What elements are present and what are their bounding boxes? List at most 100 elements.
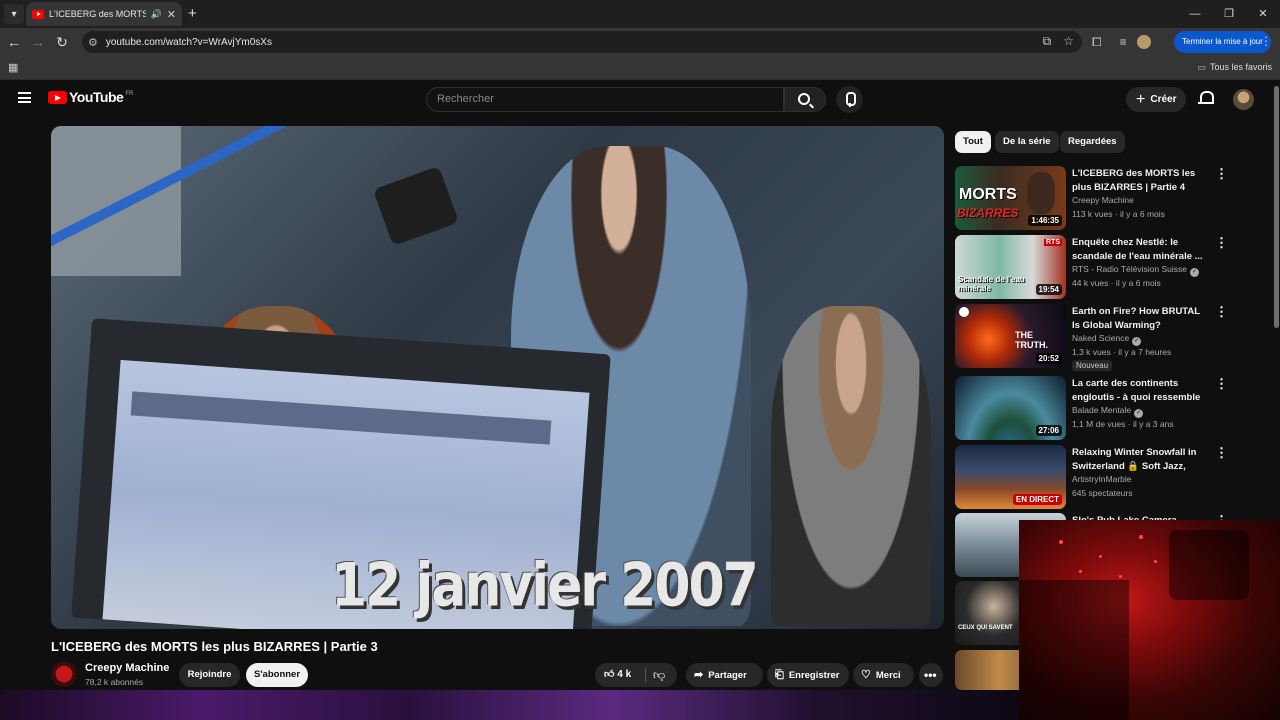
account-avatar[interactable]	[1233, 89, 1254, 110]
recommendation-channel[interactable]: Naked Science ✓	[1072, 333, 1142, 346]
chip-from-series[interactable]: De la série	[995, 131, 1059, 153]
recommendation-title[interactable]: Enquête chez Nestlé: le scandale de l'ea…	[1072, 236, 1210, 263]
tab-search-dropdown-icon[interactable]: ▾	[4, 4, 24, 24]
address-toolbar: ← → ↻ ⚙ youtube.com/watch?v=WrAvjYm0sXs …	[0, 28, 1280, 56]
all-favorites[interactable]: ▭ Tous les favoris	[1197, 62, 1272, 73]
video-frame-microphone	[372, 165, 460, 247]
channel-name: Naked Science	[1072, 333, 1130, 343]
youtube-play-logo-icon	[48, 91, 67, 104]
video-thumbnail[interactable]: MORTS BIZARRES 1:46:35	[955, 166, 1066, 230]
chip-all[interactable]: Tout	[955, 131, 991, 153]
bookmarks-bar: ▦ ▭ Tous les favoris	[0, 56, 1280, 80]
apps-grid-icon[interactable]: ▦	[8, 61, 18, 74]
thumbnail-face	[1027, 172, 1055, 214]
subscribe-button[interactable]: S'abonner	[246, 663, 308, 687]
recommendation-channel[interactable]: ArtistryInMarble	[1072, 474, 1132, 484]
bookmark-star-icon[interactable]: ☆	[1063, 34, 1074, 49]
search-bar: Rechercher	[426, 87, 826, 112]
chip-watched[interactable]: Regardées	[1060, 131, 1125, 153]
extensions-icon[interactable]: ⧠	[1092, 35, 1102, 50]
minimize-icon[interactable]: —	[1178, 0, 1212, 28]
more-options-icon[interactable]: ⋮	[1215, 236, 1228, 249]
youtube-logo[interactable]: YouTube FR	[48, 90, 133, 104]
video-player[interactable]: 12 janvier 2007	[51, 126, 944, 629]
like-count: 4 k	[617, 669, 632, 680]
close-window-icon[interactable]: ✕	[1246, 0, 1280, 28]
dislike-button[interactable]: 👎︎	[653, 663, 665, 687]
channel-avatar[interactable]	[51, 661, 77, 687]
save-label: Enregistrer	[788, 670, 840, 681]
thanks-button[interactable]: ♡ Merci	[853, 663, 914, 687]
video-thumbnail[interactable]: THE TRUTH. 20:52	[955, 304, 1066, 368]
notifications-bell-icon[interactable]	[1198, 91, 1214, 105]
video-duration: 27:06	[1035, 425, 1062, 436]
more-options-icon[interactable]: ⋮	[1215, 446, 1228, 459]
video-thumbnail[interactable]: RTS Scandale de l'eau minérale 19:54	[955, 235, 1066, 299]
maximize-icon[interactable]: ❐	[1212, 0, 1246, 28]
recommendation-item[interactable]: 27:06 La carte des continents engloutis …	[955, 376, 1235, 442]
more-options-icon[interactable]: ⋮	[1215, 305, 1228, 318]
save-button[interactable]: ⎗ Enregistrer	[767, 663, 849, 687]
join-button[interactable]: Rejoindre	[179, 663, 240, 687]
profile-avatar-small[interactable]	[1136, 35, 1151, 49]
reload-icon[interactable]: ↻	[50, 34, 74, 51]
video-thumbnail[interactable]: EN DIRECT	[955, 445, 1066, 509]
video-title: L'ICEBERG des MORTS les plus BIZARRES | …	[51, 639, 378, 654]
forward-icon[interactable]: →	[26, 34, 50, 50]
new-badge: Nouveau	[1072, 360, 1113, 371]
recommendation-title[interactable]: La carte des continents engloutis - à qu…	[1072, 377, 1210, 404]
more-options-icon[interactable]: ⋮	[1215, 377, 1228, 390]
create-button[interactable]: + Créer	[1126, 87, 1186, 112]
webcam-dark-figure	[1019, 580, 1129, 720]
verified-check-icon: ✓	[1132, 337, 1142, 346]
audio-playing-icon[interactable]: 🔊	[151, 9, 162, 20]
youtube-header: YouTube FR Rechercher + Créer	[0, 80, 1280, 120]
youtube-favicon-icon	[32, 9, 44, 19]
search-input[interactable]: Rechercher	[426, 87, 784, 112]
video-thumbnail[interactable]: 27:06	[955, 376, 1066, 440]
voice-search-mic-icon[interactable]	[836, 86, 863, 113]
update-browser-button[interactable]: Terminer la mise à jour	[1174, 31, 1271, 53]
verified-check-icon: ✓	[1189, 268, 1199, 277]
recommendation-title[interactable]: L'ICEBERG des MORTS les plus BIZARRES | …	[1072, 167, 1210, 194]
recommendation-item[interactable]: MORTS BIZARRES 1:46:35 L'ICEBERG des MOR…	[955, 166, 1235, 232]
thumbs-up-icon: 👍︎	[604, 669, 615, 680]
video-duration: 1:46:35	[1028, 215, 1062, 226]
share-button[interactable]: ➦ Partager	[686, 663, 763, 687]
recommendation-item[interactable]: EN DIRECT Relaxing Winter Snowfall in Sw…	[955, 445, 1235, 511]
recommendation-channel[interactable]: RTS - Radio Télévision Suisse ✓	[1072, 264, 1199, 277]
recommendation-item[interactable]: RTS Scandale de l'eau minérale 19:54 Enq…	[955, 235, 1235, 301]
channel-name[interactable]: Creepy Machine	[85, 662, 169, 674]
reading-list-icon[interactable]: ≡	[1120, 35, 1127, 49]
like-button[interactable]: 👍︎ 4 k	[604, 663, 631, 687]
thumbnail-text: Scandale de l'eau minérale	[958, 275, 1025, 293]
thumbnail-channel-logo	[959, 307, 969, 317]
browser-tab[interactable]: L'ICEBERG des MORTS les p 🔊 ✕	[26, 2, 182, 26]
more-options-icon[interactable]: ⋮	[1215, 167, 1228, 180]
search-icon	[798, 93, 810, 105]
create-label: Créer	[1150, 94, 1177, 105]
back-icon[interactable]: ←	[2, 34, 26, 50]
search-button[interactable]	[784, 87, 826, 112]
more-actions-icon[interactable]: •••	[919, 663, 943, 687]
toolbar-extensions: ⧠ ≡	[1092, 28, 1151, 56]
menu-hamburger-icon[interactable]	[18, 92, 31, 103]
recommendation-channel[interactable]: Balade Mentale ✓	[1072, 405, 1144, 418]
like-dislike-group: 👍︎ 4 k 👎︎	[595, 663, 677, 687]
video-date-caption: 12 janvier 2007	[331, 551, 759, 621]
site-info-icon[interactable]: ⚙	[88, 36, 98, 49]
close-tab-icon[interactable]: ✕	[167, 8, 176, 21]
new-tab-icon[interactable]: +	[188, 5, 197, 22]
install-app-icon[interactable]: ⧉	[1043, 34, 1052, 49]
recommendation-title[interactable]: Earth on Fire? How BRUTAL Is Global Warm…	[1072, 305, 1210, 332]
recommendation-channel[interactable]: Creepy Machine	[1072, 195, 1134, 205]
window-controls: — ❐ ✕	[1178, 0, 1280, 28]
thumbnail-text: MORTS	[959, 186, 1017, 203]
page-scrollbar[interactable]	[1274, 86, 1279, 328]
url-bar[interactable]: ⚙ youtube.com/watch?v=WrAvjYm0sXs ⧉ ☆	[82, 31, 1082, 53]
recommendation-item[interactable]: THE TRUTH. 20:52 Earth on Fire? How BRUT…	[955, 304, 1235, 371]
recommendation-title[interactable]: Relaxing Winter Snowfall in Switzerland …	[1072, 446, 1210, 473]
thumbnail-text: CEUX QUI SAVENT	[958, 625, 1013, 631]
browser-menu-icon[interactable]: ⋮	[1260, 34, 1272, 48]
below-fold-banner-image	[0, 690, 1020, 720]
